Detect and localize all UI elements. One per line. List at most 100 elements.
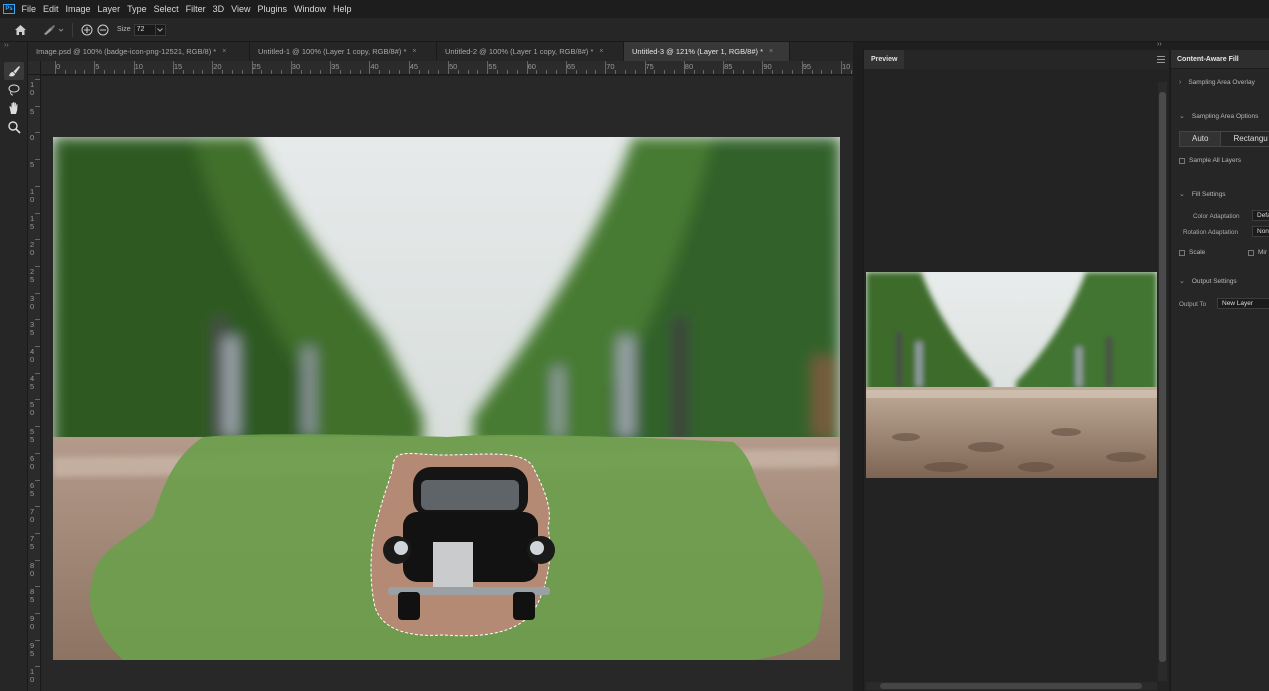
ruler-tick xyxy=(113,70,115,74)
ruler-tick xyxy=(55,61,56,74)
brush-preset-icon[interactable] xyxy=(40,24,66,36)
collapse-toolbar-icon[interactable]: ›› xyxy=(4,42,9,49)
subtract-from-selection-icon[interactable] xyxy=(95,24,111,36)
ruler-tick xyxy=(487,61,489,74)
sampling-auto-button[interactable]: Auto xyxy=(1180,132,1222,146)
menu-3d[interactable]: 3D xyxy=(209,0,228,18)
rotation-adaptation-select[interactable]: Non xyxy=(1252,226,1269,237)
ruler-tick xyxy=(398,70,400,74)
vertical-ruler[interactable]: 1 0 5 0 5 1 0 1 5 2 0 2 5 3 0 3 5 4 0 4 5 5 0 5 5 6 0 6… xyxy=(28,75,41,691)
ruler-label: 10 xyxy=(134,62,143,71)
ruler-label: 9 0 xyxy=(30,614,35,631)
ruler-tick xyxy=(35,319,40,321)
close-icon[interactable]: × xyxy=(599,48,603,55)
ruler-label: 1 0 xyxy=(30,186,35,204)
ruler-tick xyxy=(35,506,40,508)
menu-filter[interactable]: Filter xyxy=(182,0,209,18)
size-input[interactable]: 72 xyxy=(133,23,156,36)
menu-select[interactable]: Select xyxy=(150,0,182,18)
ruler-label: 2 0 xyxy=(30,240,35,258)
color-adaptation-select[interactable]: Defa xyxy=(1252,210,1269,221)
add-to-selection-icon[interactable] xyxy=(79,24,95,36)
chevron-down-icon: ⌄ xyxy=(1179,278,1185,285)
tab-untitled-3[interactable]: Untitled-3 @ 121% (Layer 1, RGB/8#) * × xyxy=(624,42,790,61)
ruler-tick xyxy=(35,292,40,294)
ruler-tick xyxy=(772,70,774,74)
mirror-checkbox[interactable]: Mir xyxy=(1248,249,1267,256)
ruler-label: 8 0 xyxy=(30,560,35,578)
ruler-label: 75 xyxy=(645,62,654,71)
section-sampling-area-options[interactable]: ⌄ Sampling Area Options xyxy=(1179,112,1258,121)
tab-untitled-2[interactable]: Untitled-2 @ 100% (Layer 1 copy, RGB/8#)… xyxy=(437,42,624,61)
ruler-tick xyxy=(389,70,391,74)
checkbox-icon xyxy=(1248,249,1254,256)
preview-tab[interactable]: Preview xyxy=(864,50,905,69)
ruler-origin[interactable] xyxy=(28,61,41,75)
menu-help[interactable]: Help xyxy=(330,0,356,18)
menu-layer[interactable]: Layer xyxy=(94,0,124,18)
hand-tool[interactable] xyxy=(4,99,24,117)
ruler-tick xyxy=(271,70,273,74)
ruler-label: 4 0 xyxy=(30,347,35,364)
ruler-tick xyxy=(74,70,76,74)
section-fill-settings[interactable]: ⌄ Fill Settings xyxy=(1179,190,1225,199)
ruler-label: 0 xyxy=(30,133,35,143)
ruler-tick xyxy=(241,70,243,74)
scroll-thumb[interactable] xyxy=(1159,92,1166,662)
ruler-tick xyxy=(35,132,40,134)
sampling-rectangular-button[interactable]: Rectangu xyxy=(1221,132,1269,146)
tab-label: Untitled-2 @ 100% (Layer 1 copy, RGB/8#)… xyxy=(445,47,594,56)
ruler-tick xyxy=(634,70,636,74)
ruler-tick xyxy=(644,61,646,74)
menu-file[interactable]: File xyxy=(18,0,40,18)
menu-window[interactable]: Window xyxy=(291,0,330,18)
home-icon[interactable] xyxy=(0,24,40,36)
menu-type[interactable]: Type xyxy=(124,0,151,18)
horizontal-ruler[interactable]: 0 5 10 15 20 25 30 35 40 45 50 55 60 65 70 75 80 85 90 95 10 xyxy=(41,61,853,75)
ruler-tick xyxy=(605,61,607,74)
size-dropdown[interactable] xyxy=(155,23,166,36)
document-image[interactable] xyxy=(53,137,840,660)
lasso-tool[interactable] xyxy=(4,81,24,99)
ruler-tick xyxy=(310,70,312,74)
tab-untitled-1[interactable]: Untitled-1 @ 100% (Layer 1 copy, RGB/8#)… xyxy=(250,42,437,61)
canvas-area[interactable] xyxy=(41,76,853,691)
menu-view[interactable]: View xyxy=(228,0,254,18)
scroll-thumb[interactable] xyxy=(880,683,1142,689)
sample-all-layers-checkbox[interactable]: Sample All Layers xyxy=(1179,157,1241,164)
section-sampling-area-overlay[interactable]: › Sampling Area Overlay xyxy=(1179,79,1255,86)
preview-image[interactable] xyxy=(866,272,1157,478)
close-icon[interactable]: × xyxy=(222,48,226,55)
ruler-tick xyxy=(192,70,194,74)
close-icon[interactable]: × xyxy=(412,48,416,55)
ruler-tick xyxy=(35,399,40,401)
content-aware-brush-tool[interactable] xyxy=(4,62,24,80)
preview-horizontal-scrollbar[interactable] xyxy=(866,682,1157,690)
collapse-panels-icon[interactable]: ›› xyxy=(1157,41,1162,48)
menu-edit[interactable]: Edit xyxy=(40,0,63,18)
tab-image-psd[interactable]: Image.psd @ 100% (badge-icon-png-12521, … xyxy=(28,42,250,61)
section-output-settings[interactable]: ⌄ Output Settings xyxy=(1179,277,1237,286)
menu-image[interactable]: Image xyxy=(62,0,94,18)
close-icon[interactable]: × xyxy=(769,48,773,55)
ruler-tick xyxy=(742,70,744,74)
ruler-tick xyxy=(35,559,40,561)
ruler-label: 35 xyxy=(331,62,340,71)
ruler-tick xyxy=(703,70,705,74)
ruler-tick xyxy=(506,70,508,74)
zoom-tool[interactable] xyxy=(4,118,24,136)
preview-vertical-scrollbar[interactable] xyxy=(1158,82,1167,681)
caf-panel-title[interactable]: Content-Aware Fill xyxy=(1171,50,1269,69)
panel-menu-icon[interactable] xyxy=(1157,56,1165,63)
ruler-label: 6 0 xyxy=(30,453,35,471)
ruler-label: 10 xyxy=(842,62,851,71)
ruler-label: 3 0 xyxy=(30,293,35,311)
output-to-select[interactable]: New Layer xyxy=(1217,298,1269,309)
ruler-tick xyxy=(163,70,165,74)
ruler-tick xyxy=(202,70,204,74)
ruler-tick xyxy=(713,70,715,74)
menu-plugins[interactable]: Plugins xyxy=(254,0,291,18)
ruler-tick xyxy=(35,239,40,241)
scale-checkbox[interactable]: Scale xyxy=(1179,249,1205,256)
ruler-tick xyxy=(448,61,449,74)
